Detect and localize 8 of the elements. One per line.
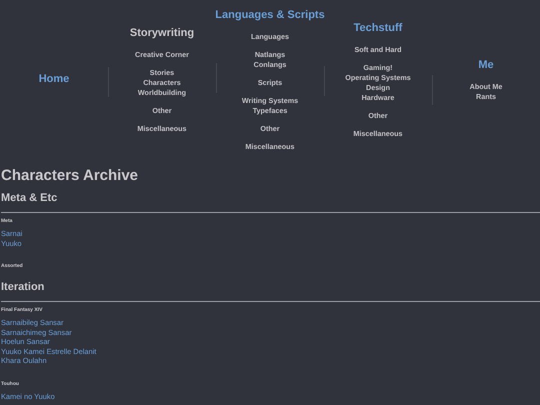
section-heading: Meta & Etc — [1, 191, 58, 205]
nav-link[interactable]: Techstuff — [354, 22, 402, 34]
nav-heading: Storywriting — [130, 26, 194, 38]
section-heading: Iteration — [1, 280, 44, 294]
nav-link[interactable]: Me — [478, 58, 494, 70]
nav-link[interactable]: Home — [38, 72, 70, 84]
nav-link[interactable]: Languages & Scripts — [215, 8, 325, 20]
page-title: Characters Archive — [1, 167, 140, 185]
